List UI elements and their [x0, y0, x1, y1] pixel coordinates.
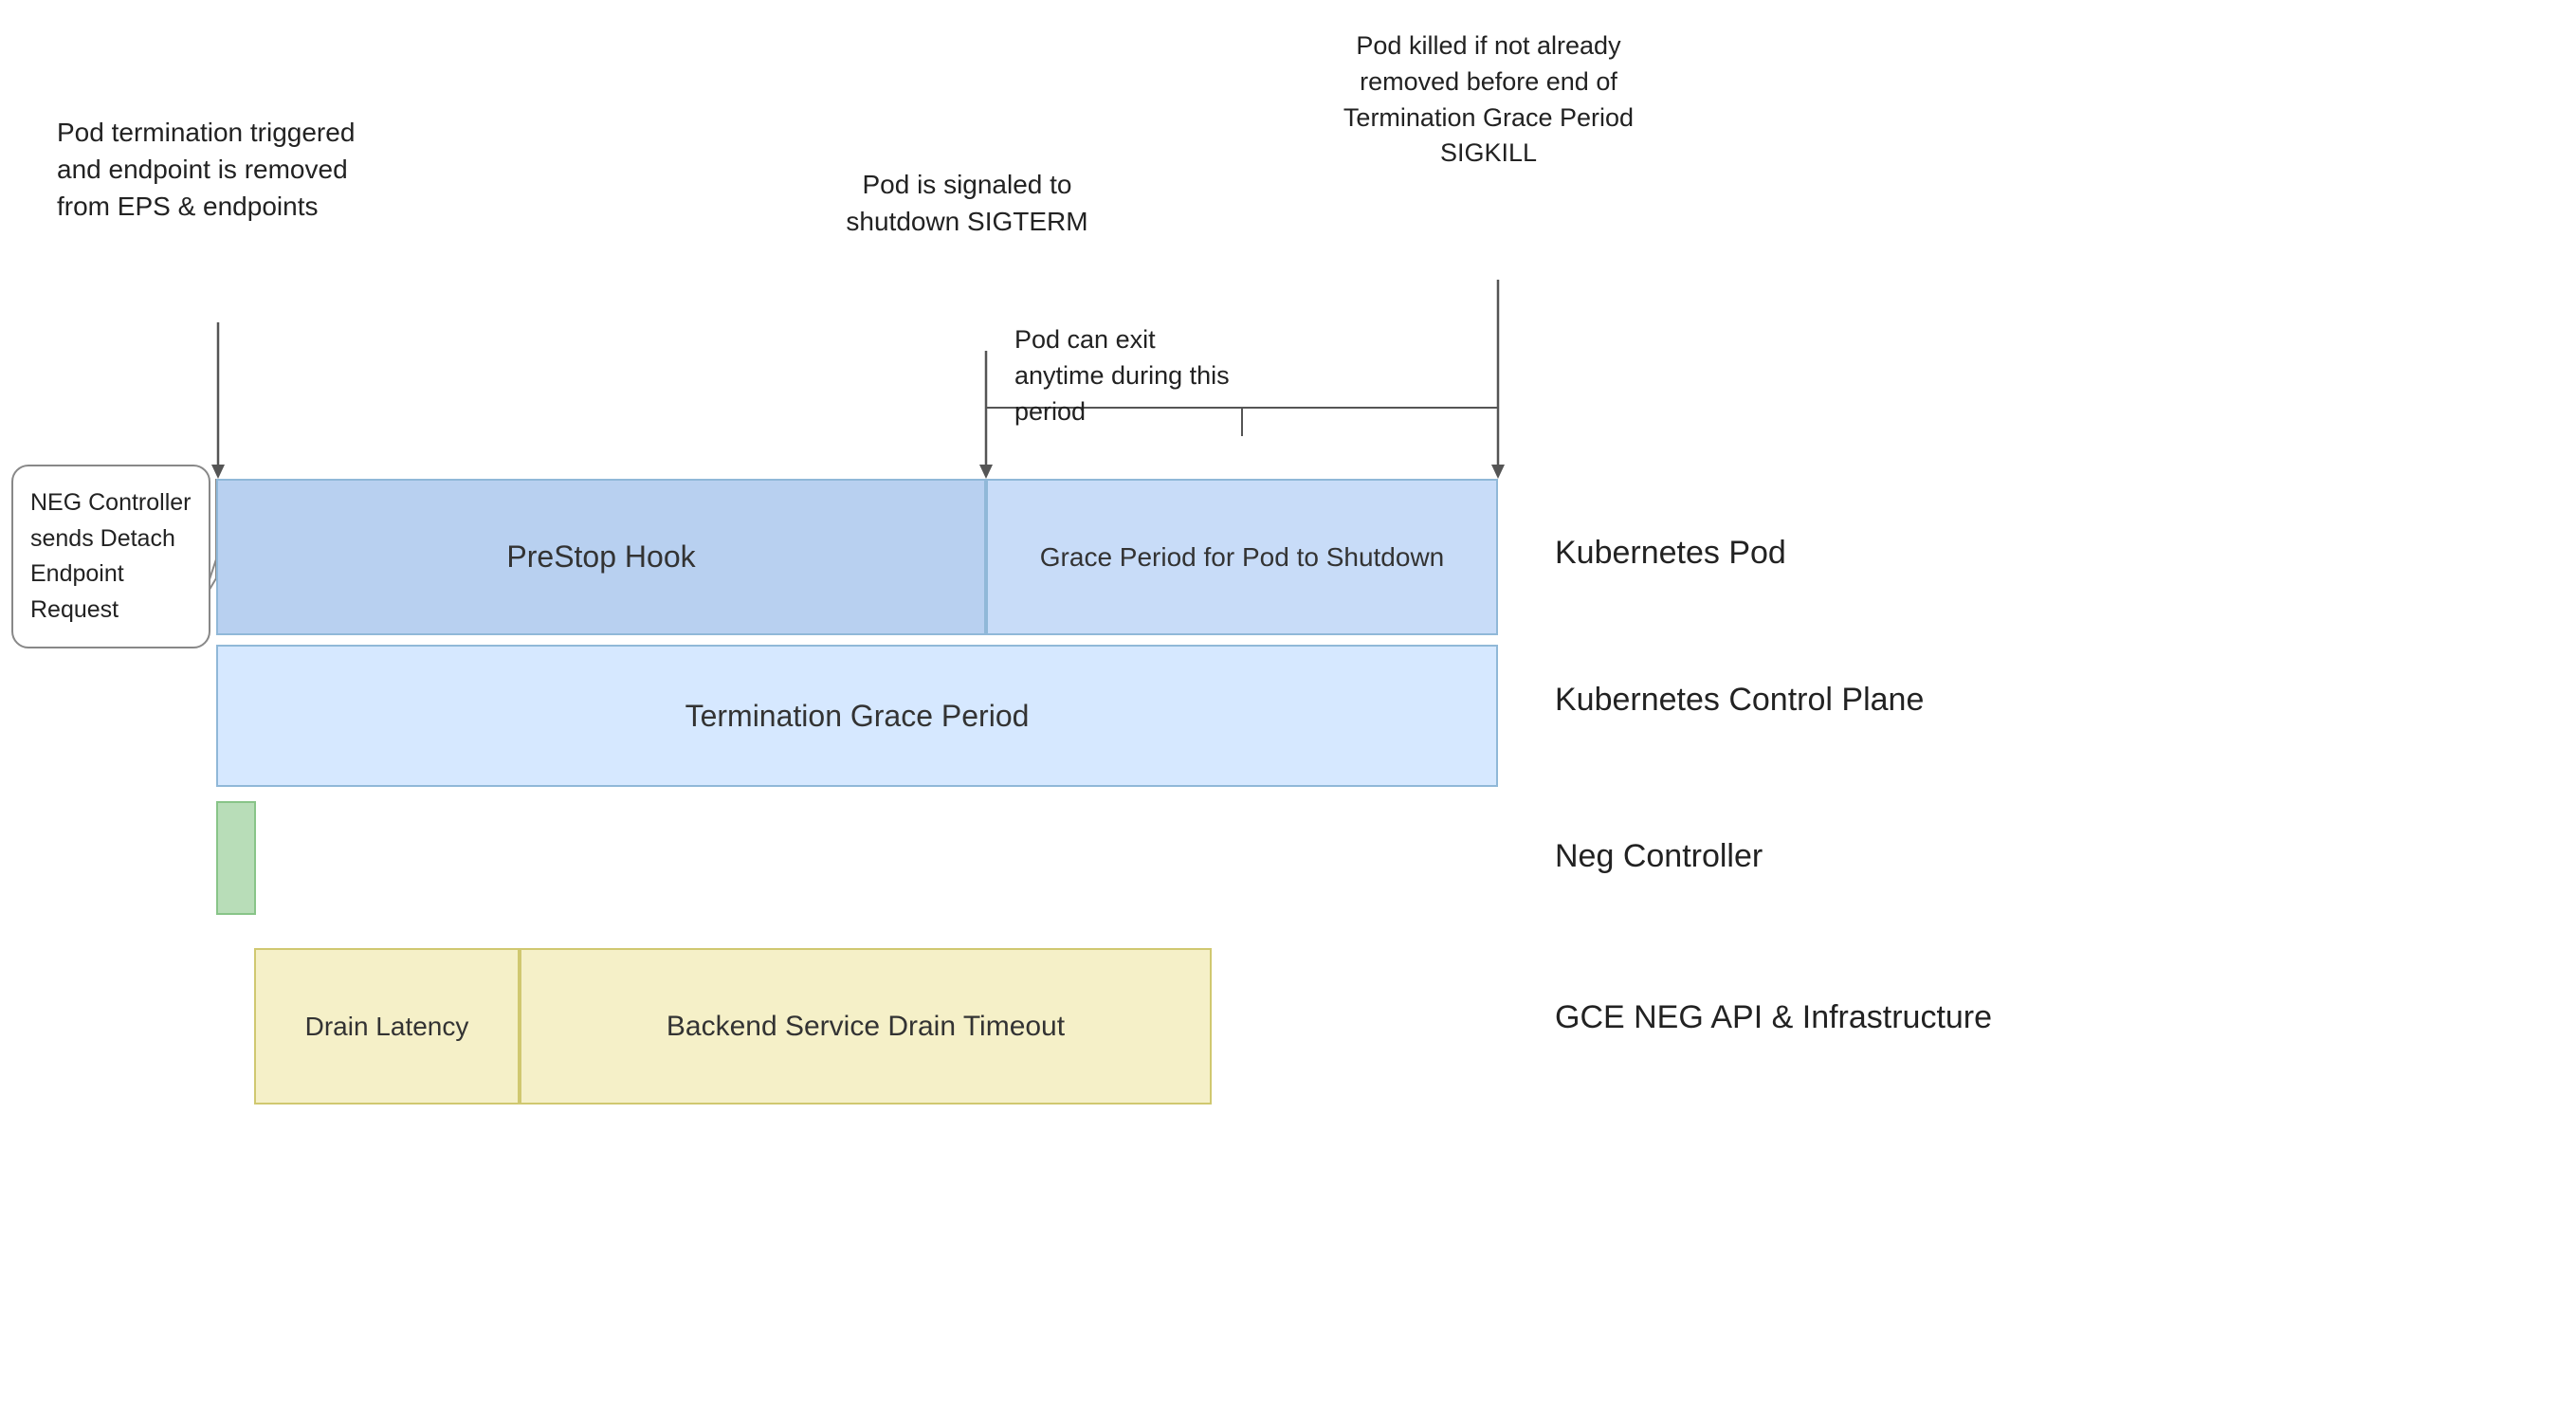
bar-backend-drain: Backend Service Drain Timeout: [520, 948, 1212, 1105]
label-pod-can-exit: Pod can exit anytime during this period: [1014, 322, 1242, 429]
bar-termination-grace: Termination Grace Period: [216, 645, 1498, 787]
diagram-container: Pod termination triggered and endpoint i…: [0, 0, 2576, 1406]
label-pod-killed: Pod killed if not already removed before…: [1308, 28, 1669, 172]
row-label-k8s-pod: Kubernetes Pod: [1555, 531, 2519, 576]
label-pod-termination: Pod termination triggered and endpoint i…: [57, 114, 379, 226]
bar-neg-controller: [216, 801, 256, 915]
neg-bubble: NEG Controller sends Detach Endpoint Req…: [11, 465, 210, 648]
bar-prestop-hook: PreStop Hook: [216, 479, 986, 635]
bar-drain-latency: Drain Latency: [254, 948, 520, 1105]
label-pod-signaled: Pod is signaled to shutdown SIGTERM: [825, 166, 1109, 240]
row-label-gce-neg: GCE NEG API & Infrastructure: [1555, 995, 2519, 1041]
bar-grace-period-pod: Grace Period for Pod to Shutdown: [986, 479, 1498, 635]
row-label-neg-controller: Neg Controller: [1555, 834, 2519, 880]
row-label-k8s-control: Kubernetes Control Plane: [1555, 678, 2519, 723]
